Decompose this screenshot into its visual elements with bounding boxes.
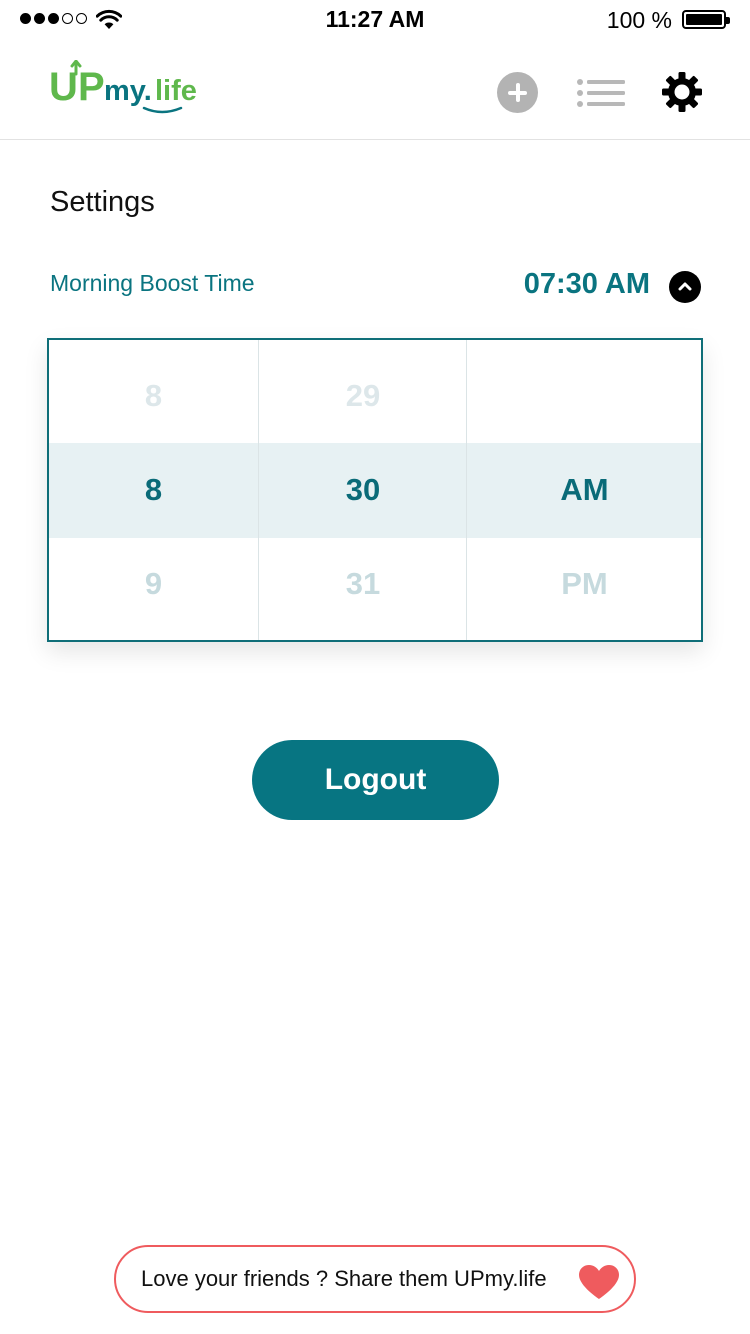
share-banner[interactable]: Love your friends ? Share them UPmy.life bbox=[114, 1245, 636, 1313]
battery-icon bbox=[682, 10, 730, 29]
svg-text:P: P bbox=[78, 65, 105, 109]
minute-option[interactable]: 29 bbox=[259, 378, 467, 414]
add-button[interactable] bbox=[497, 72, 538, 113]
collapse-picker-button[interactable] bbox=[669, 271, 701, 303]
app-header: U P my. life bbox=[0, 40, 750, 140]
svg-text:my.: my. bbox=[104, 75, 152, 107]
time-picker[interactable]: 8 8 9 29 30 31 AM PM bbox=[47, 338, 703, 642]
minute-option[interactable]: 31 bbox=[259, 566, 467, 602]
heart-icon bbox=[579, 1265, 619, 1299]
svg-text:life: life bbox=[155, 75, 197, 107]
hour-option[interactable]: 9 bbox=[49, 566, 258, 602]
svg-text:U: U bbox=[49, 65, 78, 109]
morning-boost-label: Morning Boost Time bbox=[50, 270, 255, 296]
list-icon[interactable] bbox=[576, 78, 626, 108]
share-text: Love your friends ? Share them UPmy.life bbox=[141, 1266, 547, 1291]
gear-icon[interactable] bbox=[661, 71, 703, 113]
minute-selected[interactable]: 30 bbox=[259, 472, 467, 508]
hour-option[interactable]: 8 bbox=[49, 378, 258, 414]
period-column[interactable]: AM PM bbox=[466, 340, 701, 640]
morning-boost-value[interactable]: 07:30 AM bbox=[524, 268, 650, 301]
app-logo[interactable]: U P my. life bbox=[49, 60, 219, 120]
logout-button[interactable]: Logout bbox=[252, 740, 499, 820]
status-bar: 11:27 AM 100 % bbox=[0, 0, 750, 40]
battery-percentage: 100 % bbox=[606, 7, 672, 33]
chevron-up-icon bbox=[678, 282, 692, 291]
period-selected[interactable]: AM bbox=[467, 472, 701, 508]
hour-column[interactable]: 8 8 9 bbox=[49, 340, 258, 640]
minute-column[interactable]: 29 30 31 bbox=[258, 340, 467, 640]
period-option[interactable]: PM bbox=[467, 566, 701, 602]
hour-selected[interactable]: 8 bbox=[49, 472, 258, 508]
page-title: Settings bbox=[50, 186, 155, 218]
